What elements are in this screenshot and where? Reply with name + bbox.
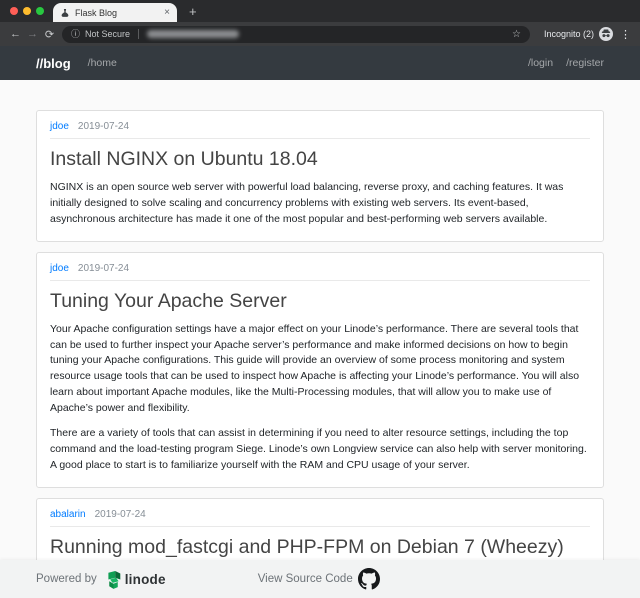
post-date: 2019-07-24	[95, 509, 146, 520]
browser-window: Flask Blog × + ← → ⟳ ⓘ Not Secure ☆ Inco…	[0, 0, 640, 598]
browser-tab[interactable]: Flask Blog ×	[53, 3, 177, 22]
window-controls	[0, 0, 53, 22]
minimize-window-button[interactable]	[23, 7, 31, 15]
post-card: jdoe 2019-07-24 Tuning Your Apache Serve…	[36, 252, 604, 488]
post-metadata: jdoe 2019-07-24	[50, 121, 590, 139]
new-tab-button[interactable]: +	[189, 5, 197, 18]
post-metadata: jdoe 2019-07-24	[50, 263, 590, 281]
view-source-label: View Source Code	[258, 573, 353, 585]
post-metadata: abalarin 2019-07-24	[50, 509, 590, 527]
nav-register-link[interactable]: /register	[566, 57, 604, 69]
tab-strip: Flask Blog × +	[0, 0, 640, 22]
post-date: 2019-07-24	[78, 263, 129, 274]
tab-title: Flask Blog	[75, 8, 159, 18]
powered-by-label: Powered by	[36, 573, 97, 585]
info-icon[interactable]: ⓘ	[71, 30, 80, 39]
post-paragraph: NGINX is an open source web server with …	[50, 180, 590, 227]
page-footer: Powered by linode View Source Code	[0, 560, 640, 598]
close-window-button[interactable]	[10, 7, 18, 15]
post-card: jdoe 2019-07-24 Install NGINX on Ubuntu …	[36, 110, 604, 242]
not-secure-label: Not Secure	[85, 29, 130, 39]
redacted-url	[147, 30, 239, 38]
posts-list: jdoe 2019-07-24 Install NGINX on Ubuntu …	[0, 80, 640, 598]
post-author-link[interactable]: jdoe	[50, 121, 69, 132]
post-title-link[interactable]: Install NGINX on Ubuntu 18.04	[50, 147, 590, 172]
back-icon[interactable]: ←	[7, 28, 24, 40]
nav-login-link[interactable]: /login	[528, 57, 553, 69]
linode-icon	[105, 570, 122, 589]
browser-toolbar: ← → ⟳ ⓘ Not Secure ☆ Incognito (2) ⋮	[0, 22, 640, 46]
browser-menu-icon[interactable]: ⋮	[613, 28, 633, 41]
forward-icon[interactable]: →	[24, 28, 41, 40]
bookmark-star-icon[interactable]: ☆	[512, 29, 521, 40]
nav-home-link[interactable]: /home	[88, 57, 117, 69]
site-brand-link[interactable]: //blog	[36, 56, 71, 71]
post-paragraph: Your Apache configuration settings have …	[50, 322, 590, 417]
post-title-link[interactable]: Tuning Your Apache Server	[50, 289, 590, 314]
linode-logo-link[interactable]: linode	[105, 570, 166, 589]
omnibox-divider	[138, 29, 139, 39]
view-source-link[interactable]: View Source Code	[258, 568, 380, 590]
address-bar[interactable]: ⓘ Not Secure ☆	[62, 26, 530, 43]
zoom-window-button[interactable]	[36, 7, 44, 15]
flask-favicon-icon	[60, 8, 70, 18]
post-author-link[interactable]: abalarin	[50, 509, 86, 520]
site-navbar: //blog /home /login /register	[0, 46, 640, 80]
page-viewport: //blog /home /login /register jdoe 2019-…	[0, 46, 640, 598]
github-icon	[358, 568, 380, 590]
post-date: 2019-07-24	[78, 121, 129, 132]
post-paragraph: There are a variety of tools that can as…	[50, 426, 590, 473]
close-tab-icon[interactable]: ×	[164, 8, 170, 18]
linode-wordmark: linode	[125, 572, 166, 587]
reload-icon[interactable]: ⟳	[41, 28, 58, 41]
post-author-link[interactable]: jdoe	[50, 263, 69, 274]
nav-right-group: /login /register	[528, 57, 604, 69]
incognito-label: Incognito (2)	[544, 29, 594, 39]
incognito-icon	[599, 27, 613, 41]
